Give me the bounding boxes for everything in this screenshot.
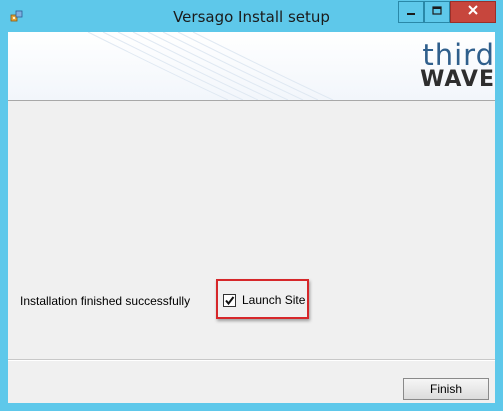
thirdwave-logo: third WAVE: [415, 40, 495, 92]
wave-pattern: [87, 32, 334, 100]
dialog-client-area: third WAVE Installation finished success…: [8, 32, 495, 403]
finish-button[interactable]: Finish: [403, 378, 489, 400]
maximize-icon: [432, 3, 442, 21]
close-button[interactable]: [450, 1, 496, 23]
footer-divider: [8, 359, 495, 361]
maximize-button[interactable]: [424, 1, 450, 23]
checkmark-icon: [225, 295, 235, 305]
minimize-icon: [406, 3, 416, 21]
launch-site-label: Launch Site: [242, 293, 306, 307]
installer-window: Versago Install setup third WAVE Install…: [0, 0, 503, 411]
logo-text-third: third: [422, 38, 495, 72]
title-bar[interactable]: Versago Install setup: [0, 0, 503, 32]
checkbox-box[interactable]: [223, 293, 236, 307]
minimize-button[interactable]: [398, 1, 424, 23]
logo-text-wave: WAVE: [420, 67, 495, 92]
launch-site-checkbox[interactable]: Launch Site: [223, 292, 305, 308]
header-banner: third WAVE: [8, 32, 495, 101]
installation-status-text: Installation finished successfully: [20, 294, 191, 308]
close-icon: [467, 3, 479, 21]
